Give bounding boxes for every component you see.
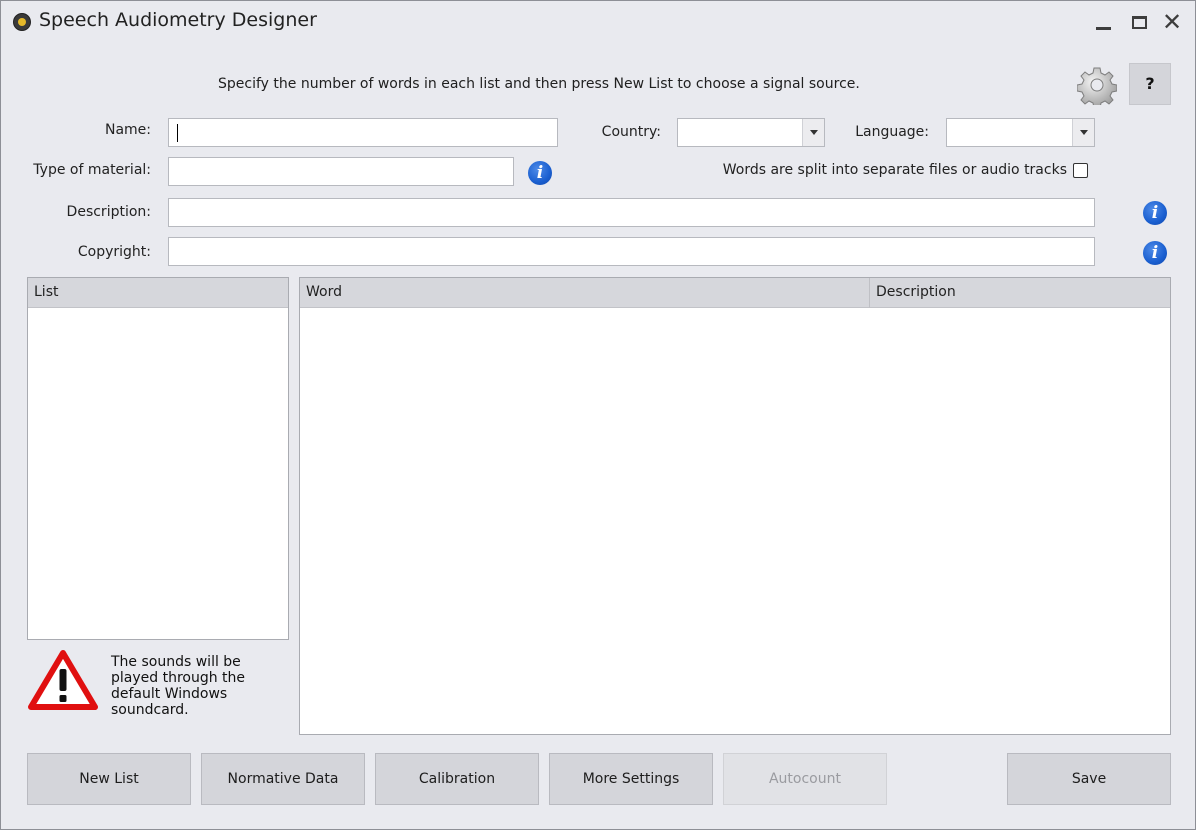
save-button[interactable]: Save — [1007, 753, 1171, 805]
minimize-button[interactable] — [1091, 9, 1117, 35]
info-icon[interactable]: i — [1143, 241, 1167, 265]
copyright-label: Copyright: — [77, 244, 151, 260]
language-label: Language: — [855, 124, 929, 140]
autocount-button: Autocount — [723, 753, 887, 805]
instruction-text: Specify the number of words in each list… — [218, 76, 860, 92]
info-icon[interactable]: i — [1143, 201, 1167, 225]
info-icon[interactable]: i — [528, 161, 552, 185]
calibration-button[interactable]: Calibration — [375, 753, 539, 805]
list-grid[interactable]: List — [27, 277, 289, 640]
name-field[interactable] — [168, 118, 558, 147]
word-grid[interactable]: Word Description — [299, 277, 1171, 735]
chevron-down-icon[interactable] — [802, 119, 824, 146]
more-settings-button[interactable]: More Settings — [549, 753, 713, 805]
list-header-label: List — [34, 284, 59, 300]
word-column-header[interactable]: Word — [300, 278, 870, 308]
warning-icon — [28, 650, 98, 710]
new-list-button[interactable]: New List — [27, 753, 191, 805]
gear-icon[interactable] — [1077, 65, 1117, 105]
title-bar[interactable]: Speech Audiometry Designer ✕ — [1, 1, 1195, 43]
type-of-material-field[interactable] — [168, 157, 514, 186]
type-of-material-label: Type of material: — [33, 162, 151, 178]
normative-data-button[interactable]: Normative Data — [201, 753, 365, 805]
copyright-field[interactable] — [168, 237, 1095, 266]
chevron-down-icon[interactable] — [1072, 119, 1094, 146]
split-files-label: Words are split into separate files or a… — [722, 162, 1067, 178]
description-field[interactable] — [168, 198, 1095, 227]
text-caret — [177, 124, 178, 142]
description-column-header[interactable]: Description — [870, 278, 1170, 308]
word-header-label: Word — [306, 284, 342, 300]
country-select[interactable] — [677, 118, 825, 147]
language-select[interactable] — [946, 118, 1095, 147]
warning-text: The sounds will be played through the de… — [111, 654, 246, 718]
minimize-icon — [1096, 27, 1111, 30]
list-column-header[interactable]: List — [28, 278, 288, 308]
name-label: Name: — [104, 122, 151, 138]
help-button[interactable]: ? — [1129, 63, 1171, 105]
main-window: Speech Audiometry Designer ✕ Specify the… — [0, 0, 1196, 830]
window-title: Speech Audiometry Designer — [39, 9, 317, 31]
split-files-checkbox[interactable] — [1073, 163, 1088, 178]
app-logo-icon — [13, 13, 31, 31]
maximize-icon — [1132, 16, 1147, 29]
close-button[interactable]: ✕ — [1159, 9, 1185, 35]
country-label: Country: — [601, 124, 661, 140]
description-label: Description: — [66, 204, 151, 220]
description-header-label: Description — [876, 284, 956, 300]
maximize-button[interactable] — [1127, 9, 1153, 35]
